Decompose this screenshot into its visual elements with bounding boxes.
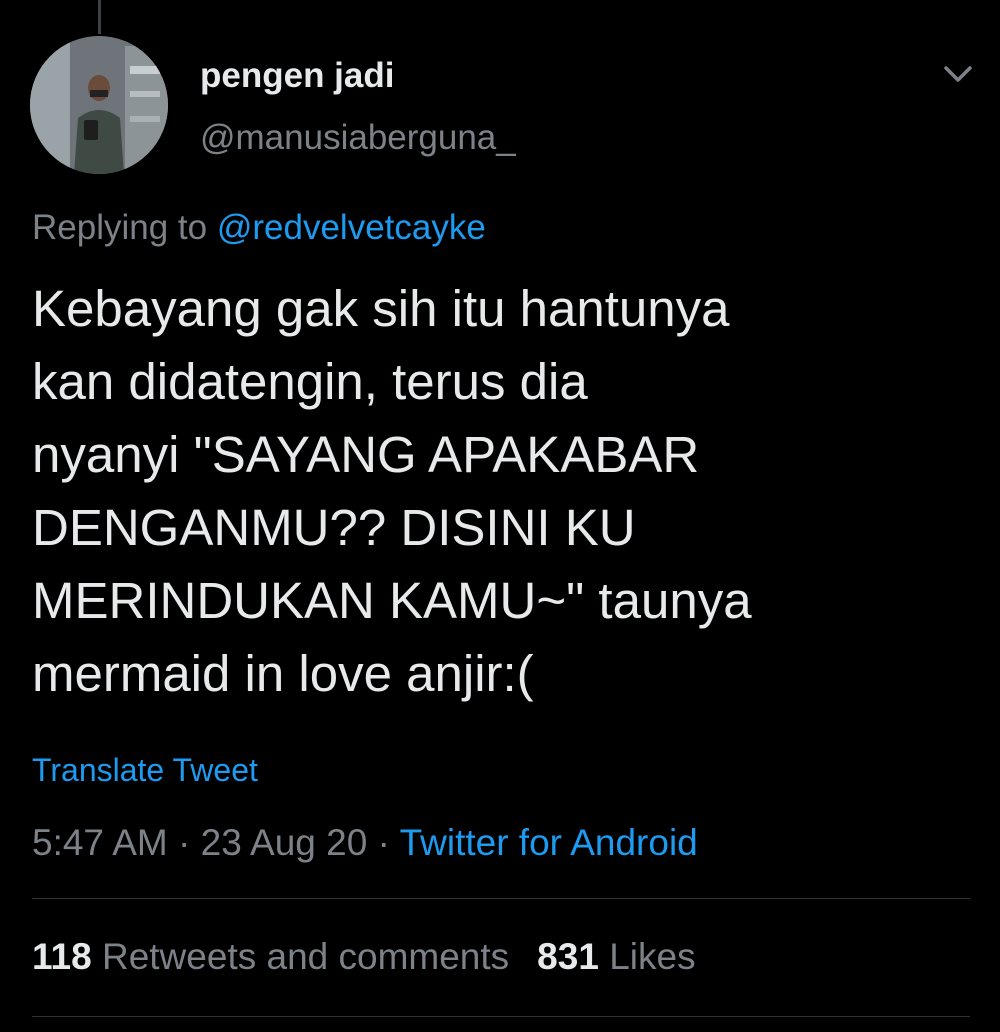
retweets-count: 118 xyxy=(32,936,92,977)
engagement-stats: 118 Retweets and comments 831 Likes xyxy=(32,936,696,978)
translate-tweet-link[interactable]: Translate Tweet xyxy=(32,752,258,789)
display-name[interactable]: pengen jadi xyxy=(200,56,394,96)
tweet-text-line: MERINDUKAN KAMU~" taunya xyxy=(32,572,752,629)
avatar-photo xyxy=(30,36,168,174)
likes-label: Likes xyxy=(609,936,696,977)
tweet-text: Kebayang gak sih itu hantunya kan didate… xyxy=(32,272,972,710)
tweet-source-link[interactable]: Twitter for Android xyxy=(400,822,698,863)
tweet-text-line: kan didatengin, terus dia xyxy=(32,353,588,410)
tweet-date: 23 Aug 20 xyxy=(200,822,368,863)
chevron-down-icon[interactable] xyxy=(938,58,978,92)
tweet-time: 5:47 AM xyxy=(32,822,168,863)
replying-to-prefix: Replying to xyxy=(32,208,208,247)
tweet-meta: 5:47 AM · 23 Aug 20 · Twitter for Androi… xyxy=(32,822,698,864)
meta-separator: · xyxy=(178,822,191,863)
thread-connector-line xyxy=(98,0,101,34)
likes-count: 831 xyxy=(537,936,599,977)
replying-to-line: Replying to @redvelvetcayke xyxy=(32,208,486,248)
tweet-text-line: DENGANMU?? DISINI KU xyxy=(32,499,636,556)
user-handle[interactable]: @manusiaberguna_ xyxy=(200,118,516,158)
tweet-text-line: Kebayang gak sih itu hantunya xyxy=(32,280,730,337)
meta-separator: · xyxy=(377,822,390,863)
divider xyxy=(32,898,970,899)
retweets-stat[interactable]: 118 Retweets and comments xyxy=(32,936,509,977)
replying-to-mention-link[interactable]: @redvelvetcayke xyxy=(217,208,486,247)
tweet-text-line: mermaid in love anjir:( xyxy=(32,645,534,702)
retweets-label: Retweets and comments xyxy=(101,936,510,977)
divider xyxy=(32,1016,970,1017)
tweet-text-line: nyanyi "SAYANG APAKABAR xyxy=(32,426,700,483)
avatar[interactable] xyxy=(30,36,168,174)
likes-stat[interactable]: 831 Likes xyxy=(537,936,695,977)
